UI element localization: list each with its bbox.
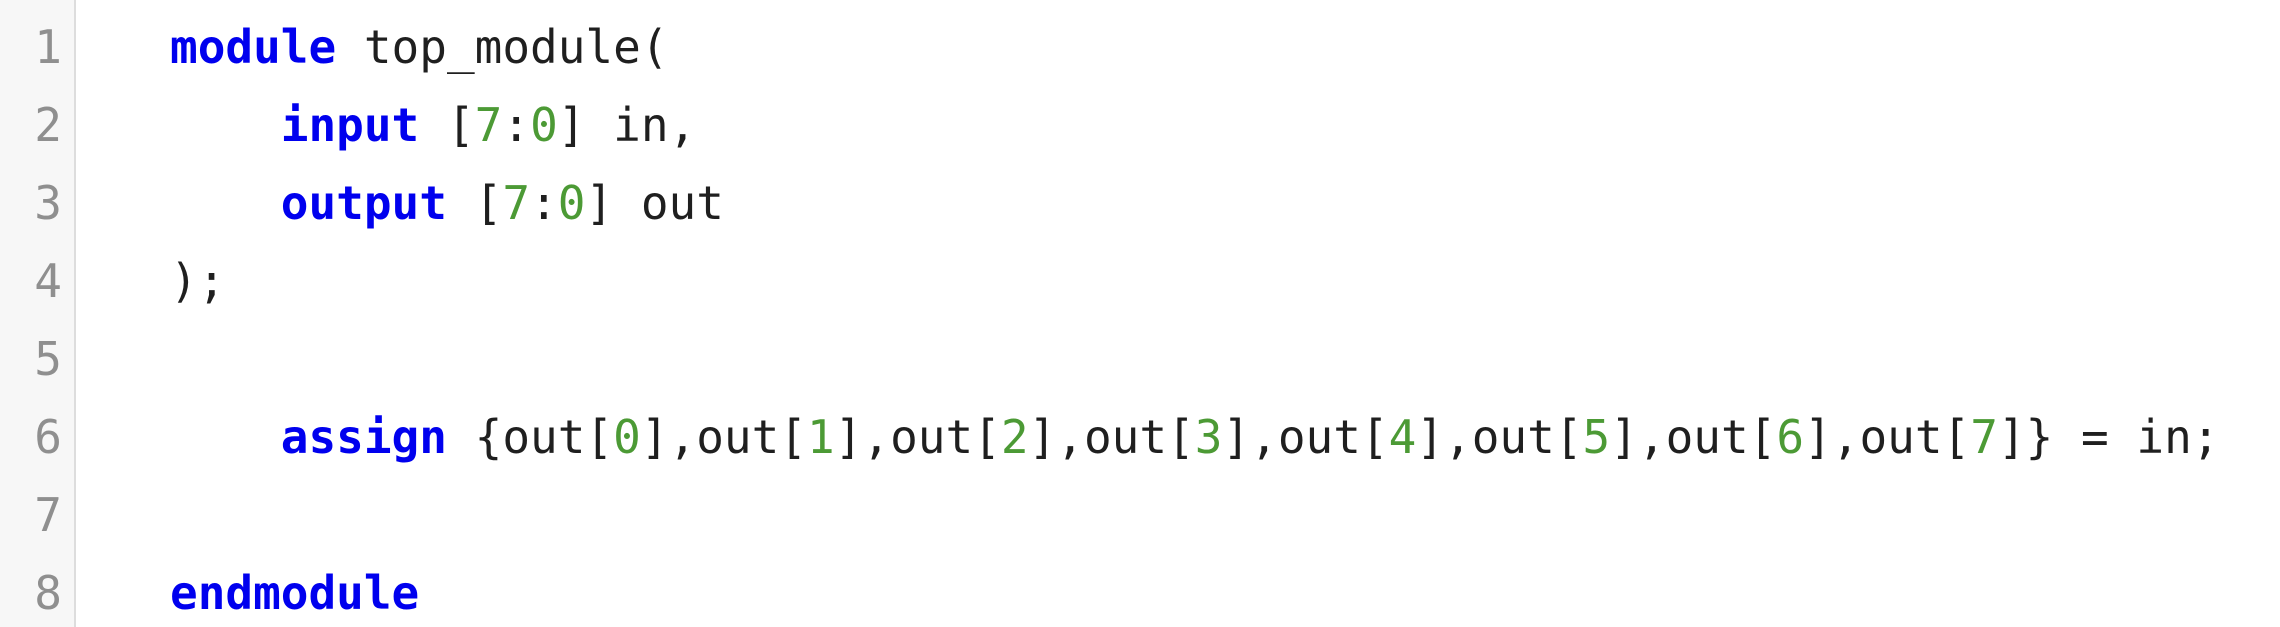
keyword-token: assign xyxy=(280,410,447,464)
line-number-1: 1 xyxy=(34,20,62,74)
line-number-8: 8 xyxy=(34,566,62,620)
code-area[interactable]: module top_module( input [7:0] in, outpu… xyxy=(76,0,2280,627)
keyword-token: input xyxy=(280,98,420,152)
code-editor[interactable]: 1 2 3 4 5 6 7 8 module top_module( input… xyxy=(0,0,2280,627)
plain-token: [ xyxy=(446,176,503,230)
number-token: 0 xyxy=(530,98,558,152)
keyword-token: output xyxy=(280,176,447,230)
number-token: 7 xyxy=(474,98,503,152)
code-line-8[interactable]: endmodule xyxy=(170,554,419,627)
number-token: 0 xyxy=(557,176,586,230)
plain-token: ]} = in; xyxy=(1997,410,2220,464)
plain-token: ],out[ xyxy=(640,410,807,464)
plain-token: : xyxy=(502,98,531,152)
code-line-3[interactable]: output [7:0] out xyxy=(170,164,724,242)
code-line-6[interactable]: assign {out[0],out[1],out[2],out[3],out[… xyxy=(170,398,2220,476)
line-number-2: 2 xyxy=(34,98,62,152)
keyword-token: module xyxy=(170,20,337,74)
code-line-4[interactable]: ); xyxy=(170,242,225,320)
line-number-3: 3 xyxy=(34,176,62,230)
keyword-token: endmodule xyxy=(170,566,420,620)
plain-token: ] out xyxy=(585,176,724,230)
code-line-1[interactable]: module top_module( xyxy=(170,8,669,86)
number-token: 0 xyxy=(613,410,641,464)
plain-token: top_module( xyxy=(336,20,669,74)
plain-token: ],out[ xyxy=(1222,410,1389,464)
line-number-gutter: 1 2 3 4 5 6 7 8 xyxy=(0,0,76,627)
number-token: 4 xyxy=(1388,410,1417,464)
number-token: 7 xyxy=(1970,410,1998,464)
plain-token: {out[ xyxy=(446,410,614,464)
line-number-6: 6 xyxy=(34,410,62,464)
line-number-7: 7 xyxy=(34,488,62,542)
number-token: 5 xyxy=(1582,410,1611,464)
plain-token: ] in, xyxy=(557,98,697,152)
line-number-4: 4 xyxy=(34,254,62,308)
number-token: 7 xyxy=(502,176,531,230)
plain-token: ],out[ xyxy=(1804,410,1971,464)
plain-token: ],out[ xyxy=(1416,410,1583,464)
plain-token: ],out[ xyxy=(1610,410,1777,464)
plain-token: ); xyxy=(170,254,226,308)
plain-token: : xyxy=(530,176,558,230)
line-number-5: 5 xyxy=(34,332,62,386)
plain-token: [ xyxy=(419,98,475,152)
number-token: 6 xyxy=(1776,410,1805,464)
code-line-2[interactable]: input [7:0] in, xyxy=(170,86,696,164)
number-token: 1 xyxy=(807,410,835,464)
number-token: 3 xyxy=(1194,410,1223,464)
plain-token: ],out[ xyxy=(1028,410,1195,464)
number-token: 2 xyxy=(1000,410,1029,464)
plain-token: ],out[ xyxy=(834,410,1001,464)
